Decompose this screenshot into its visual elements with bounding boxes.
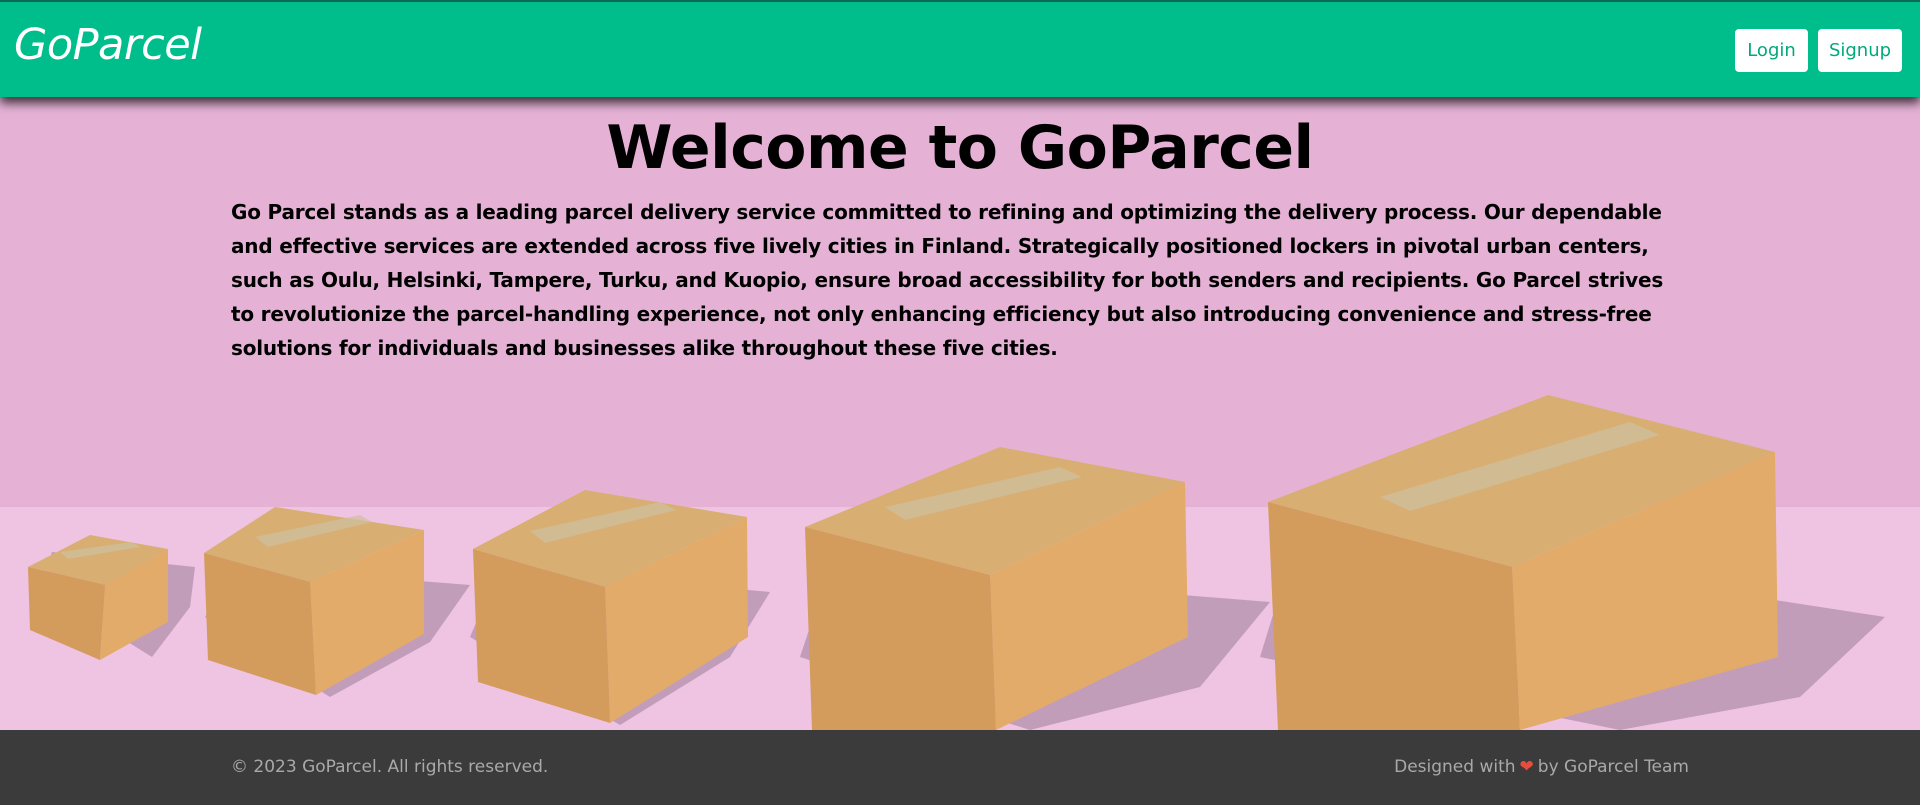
page: GoParcel Login Signup Welcome to GoParce… bbox=[0, 0, 1920, 805]
parcel-boxes-image bbox=[0, 97, 1920, 730]
credits-text: Designed with ❤ by GoParcel Team bbox=[1394, 757, 1689, 777]
navbar: GoParcel Login Signup bbox=[0, 0, 1920, 97]
nav-buttons: Login Signup bbox=[1735, 29, 1902, 72]
footer: © 2023 GoParcel. All rights reserved. De… bbox=[0, 730, 1920, 805]
copyright-text: © 2023 GoParcel. All rights reserved. bbox=[231, 757, 549, 777]
hero-section: Welcome to GoParcel Go Parcel stands as … bbox=[0, 97, 1920, 730]
hero-title: Welcome to GoParcel bbox=[606, 113, 1314, 183]
signup-button[interactable]: Signup bbox=[1818, 29, 1902, 72]
login-button[interactable]: Login bbox=[1735, 29, 1808, 72]
credits-suffix: by GoParcel Team bbox=[1537, 757, 1689, 777]
credits-prefix: Designed with bbox=[1394, 757, 1516, 777]
brand-logo[interactable]: GoParcel bbox=[14, 24, 202, 67]
hero-description: Go Parcel stands as a leading parcel del… bbox=[231, 200, 1664, 360]
heart-icon: ❤ bbox=[1519, 757, 1534, 777]
